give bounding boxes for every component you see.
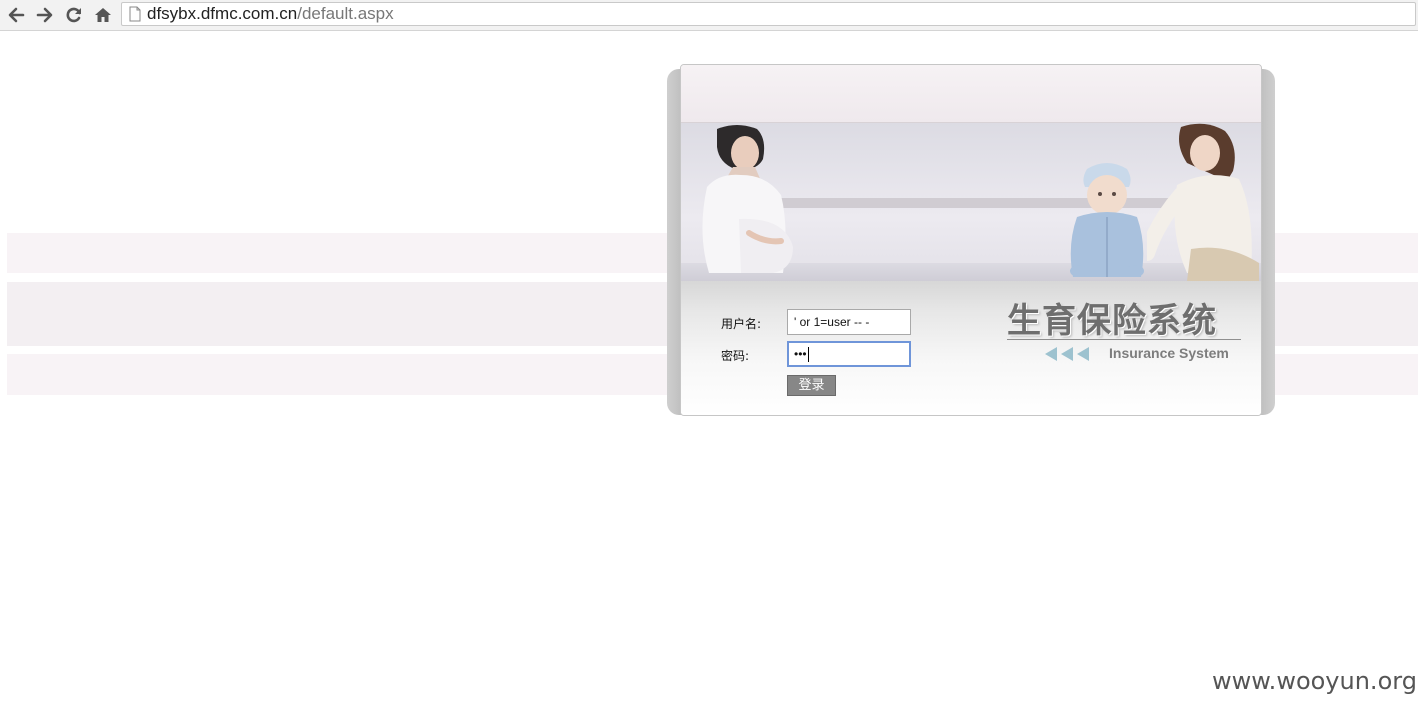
- username-label: 用户名:: [721, 317, 762, 331]
- page-icon: [129, 6, 141, 22]
- forward-button[interactable]: [34, 4, 56, 26]
- url-text: dfsybx.dfmc.com.cn/default.aspx: [147, 4, 394, 24]
- text-caret: [807, 347, 809, 363]
- back-button[interactable]: [5, 4, 27, 26]
- login-form: 用户名: ' or 1=user -- - 密码: ••• 登录 生育保险系统 …: [681, 281, 1261, 415]
- banner-image: [681, 123, 1261, 281]
- forward-arrow-icon: [36, 7, 53, 23]
- password-mask: •••: [794, 347, 807, 361]
- home-icon: [95, 8, 111, 22]
- username-input[interactable]: ' or 1=user -- -: [787, 309, 911, 335]
- title-divider: [1007, 339, 1241, 340]
- triple-arrow-icon: [1045, 347, 1089, 361]
- baby-illustration: [1070, 163, 1144, 277]
- mother-illustration: [1147, 123, 1259, 281]
- url-host: dfsybx.dfmc.com.cn: [147, 4, 298, 23]
- back-arrow-icon: [8, 7, 25, 23]
- pregnant-woman-illustration: [702, 125, 793, 273]
- reload-button[interactable]: [63, 4, 85, 26]
- login-panel: 用户名: ' or 1=user -- - 密码: ••• 登录 生育保险系统 …: [680, 64, 1262, 416]
- watermark-text: www.wooyun.org: [1212, 667, 1417, 695]
- browser-toolbar: dfsybx.dfmc.com.cn/default.aspx: [0, 0, 1418, 31]
- url-path: /default.aspx: [297, 4, 394, 23]
- password-label: 密码:: [721, 349, 750, 363]
- system-subtitle: Insurance System: [1109, 345, 1229, 361]
- system-title: 生育保险系统: [1007, 301, 1217, 341]
- password-input[interactable]: •••: [787, 341, 911, 367]
- home-button[interactable]: [92, 4, 114, 26]
- panel-header: [681, 65, 1261, 123]
- login-button[interactable]: 登录: [787, 375, 836, 396]
- username-value: ' or 1=user -- -: [794, 315, 870, 329]
- reload-icon: [66, 7, 81, 23]
- address-bar[interactable]: dfsybx.dfmc.com.cn/default.aspx: [121, 2, 1416, 26]
